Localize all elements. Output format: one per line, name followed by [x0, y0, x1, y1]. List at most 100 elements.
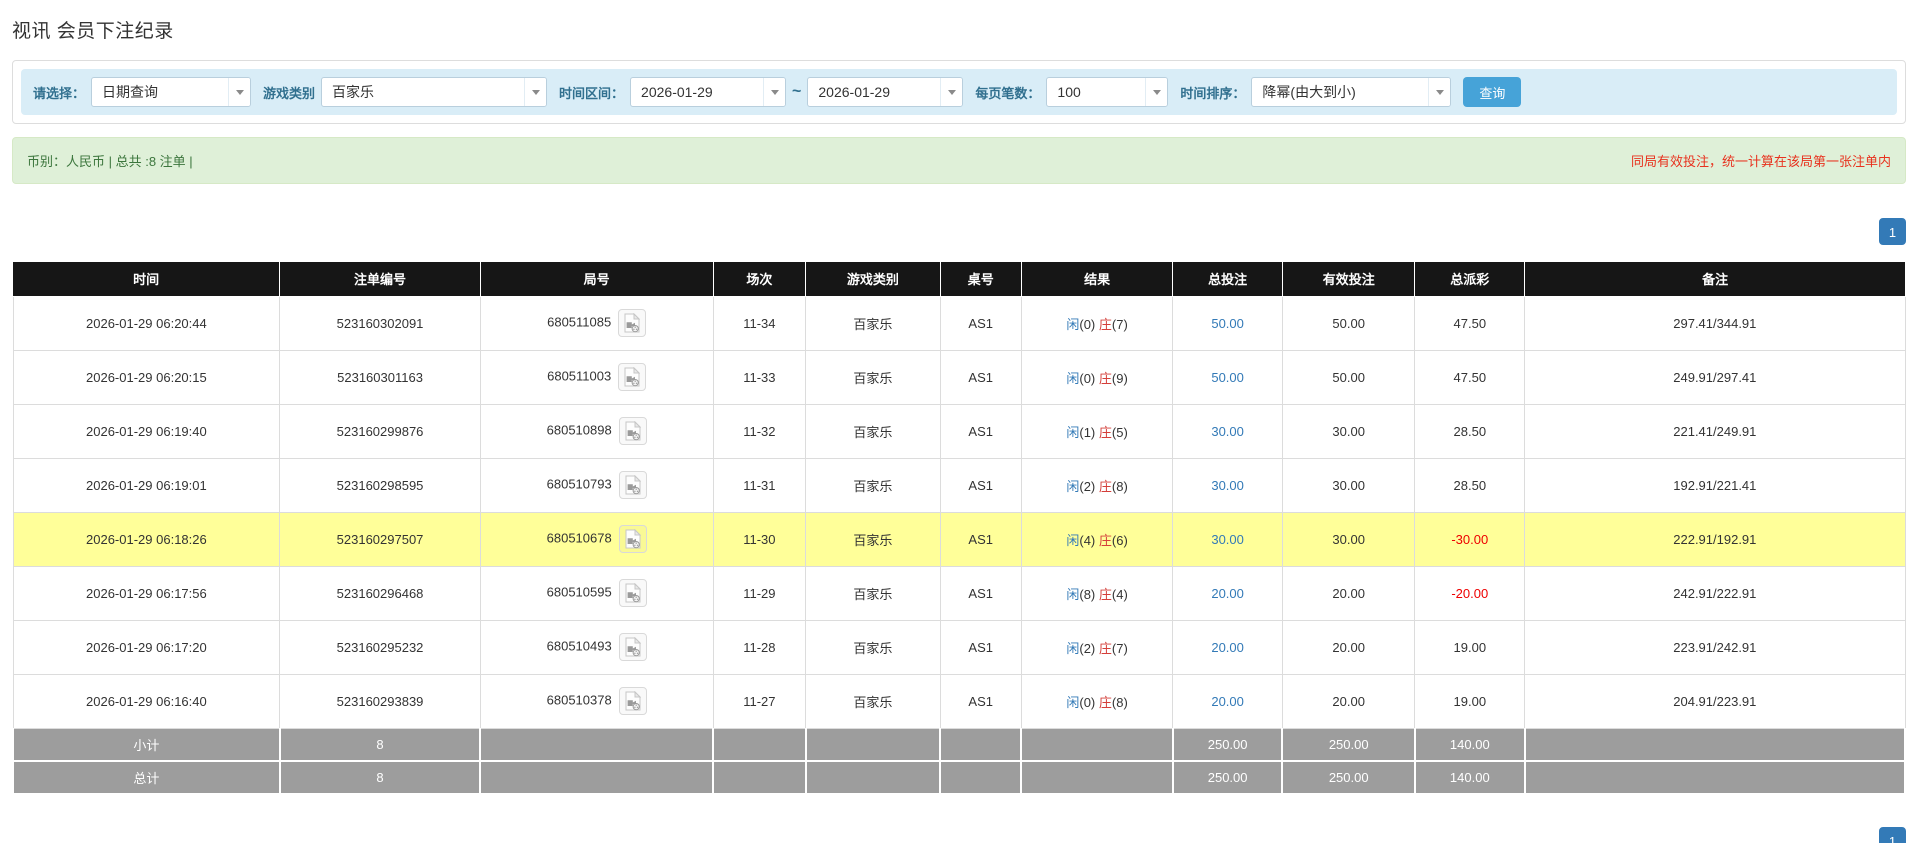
- cell-note: 223.91/242.91: [1524, 619, 1906, 675]
- video-file-icon: [624, 366, 641, 387]
- date-from-dropdown[interactable]: 2026-01-29: [630, 77, 787, 107]
- query-type-dropdown[interactable]: 日期查询: [91, 77, 252, 107]
- filter-bar: 请选择： 日期查询 游戏类别 百家乐 时间区间： 2026-01-29 ~ 20…: [21, 69, 1897, 115]
- column-header-2: 注单编号: [279, 262, 481, 297]
- cell-payout: 19.00: [1414, 619, 1526, 675]
- page-button-1[interactable]: 1: [1879, 218, 1906, 245]
- column-header-8: 总投注: [1172, 262, 1283, 297]
- column-header-5: 游戏类别: [805, 262, 941, 297]
- page-size-dropdown[interactable]: 100: [1046, 77, 1169, 107]
- table-row: 2026-01-29 06:17:56 523160296468 680510595…: [12, 565, 1906, 621]
- video-file-icon: [625, 528, 641, 549]
- total-bet-link[interactable]: 50.00: [1211, 316, 1244, 331]
- video-replay-button[interactable]: [618, 309, 647, 337]
- payout-value: -30.00: [1451, 531, 1489, 547]
- result-banker-label: 庄: [1098, 640, 1112, 656]
- cell-result: 闲(2) 庄(7): [1020, 619, 1174, 675]
- chevron-down-icon[interactable]: [524, 78, 547, 106]
- chevron-down-icon[interactable]: [1145, 78, 1168, 106]
- cell-table-no: AS1: [939, 511, 1022, 567]
- cell-table-no: AS1: [939, 673, 1022, 729]
- game-type-dropdown[interactable]: 百家乐: [321, 77, 548, 107]
- video-replay-button[interactable]: [618, 417, 647, 445]
- cell-total-bet: 20.00: [1172, 673, 1283, 729]
- total-bet-link[interactable]: 30.00: [1211, 424, 1244, 439]
- result-banker-count: (7): [1111, 640, 1128, 656]
- cell-valid-bet: 50.00: [1281, 349, 1416, 405]
- cell-time: 2026-01-29 06:17:20: [12, 619, 281, 675]
- column-header-11: 备注: [1524, 262, 1905, 297]
- cell-game-type: 百家乐: [805, 403, 941, 459]
- table-row: 2026-01-29 06:18:26 523160297507 680510678…: [12, 511, 1906, 567]
- cell-total-bet: 50.00: [1172, 349, 1283, 405]
- date-range-tilde: ~: [792, 83, 802, 100]
- time-range-label: 时间区间：: [559, 85, 625, 101]
- betting-records-table: 时间 注单编号 局号 场次 游戏类别 桌号 结果 总投注 有效投注 总派彩 备注 2026-01-2…: [12, 262, 1907, 795]
- search-button[interactable]: 查询: [1463, 77, 1522, 107]
- total-bet-link[interactable]: 20.00: [1211, 694, 1244, 709]
- cell-session: 11-34: [712, 295, 807, 351]
- cell-table-no: AS1: [939, 619, 1022, 675]
- cell-payout: 47.50: [1414, 295, 1526, 351]
- cell-time: 2026-01-29 06:20:44: [12, 295, 281, 351]
- page-button-1[interactable]: 1: [1879, 827, 1906, 843]
- video-replay-button[interactable]: [618, 471, 647, 499]
- video-replay-button[interactable]: [618, 687, 647, 715]
- chevron-down-icon[interactable]: [763, 78, 786, 106]
- time-sort-value: 降幂(由大到小): [1262, 84, 1356, 100]
- cell-time: 2026-01-29 06:19:40: [12, 403, 281, 459]
- cell-note: 249.91/297.41: [1524, 349, 1906, 405]
- total-bet-link[interactable]: 30.00: [1211, 478, 1244, 493]
- round-id: 680510898: [546, 422, 612, 438]
- cell-game-type: 百家乐: [805, 457, 941, 513]
- video-replay-button[interactable]: [618, 579, 647, 607]
- round-id: 680510595: [546, 584, 612, 600]
- result-player-count: (0): [1079, 316, 1096, 332]
- result-banker-count: (6): [1111, 532, 1128, 548]
- cell-result: 闲(4) 庄(6): [1020, 511, 1174, 567]
- result-banker-count: (8): [1111, 694, 1128, 710]
- cell-session: 11-33: [712, 349, 807, 405]
- game-type-label: 游戏类别: [263, 85, 316, 101]
- result-player-label: 闲: [1066, 694, 1080, 710]
- total-bet-link[interactable]: 20.00: [1211, 586, 1244, 601]
- video-replay-button[interactable]: [618, 633, 647, 661]
- date-to-dropdown[interactable]: 2026-01-29: [807, 77, 964, 107]
- video-replay-button[interactable]: [618, 525, 647, 553]
- chevron-down-icon[interactable]: [228, 78, 251, 106]
- result-player-count: (8): [1079, 586, 1096, 602]
- cell-payout: -30.00: [1414, 511, 1526, 567]
- chevron-down-icon[interactable]: [1428, 78, 1451, 106]
- total-bet-link[interactable]: 30.00: [1211, 532, 1244, 547]
- cell-round-id: 680511085: [479, 295, 714, 351]
- cell-total-bet: 30.00: [1172, 457, 1283, 513]
- result-player-count: (4): [1079, 532, 1096, 548]
- column-header-7: 结果: [1021, 262, 1174, 297]
- cell-result: 闲(2) 庄(8): [1020, 457, 1174, 513]
- chevron-down-icon[interactable]: [940, 78, 963, 106]
- result-player-count: (2): [1079, 478, 1096, 494]
- video-file-icon: [625, 582, 641, 603]
- result-banker-label: 庄: [1098, 370, 1112, 386]
- cell-valid-bet: 30.00: [1281, 511, 1416, 567]
- cell-round-id: 680510898: [479, 403, 714, 459]
- result-banker-label: 庄: [1098, 532, 1112, 548]
- cell-result: 闲(0) 庄(7): [1020, 295, 1174, 351]
- result-banker-label: 庄: [1098, 478, 1112, 494]
- page-title: 视讯 会员下注纪录: [12, 21, 174, 42]
- round-id: 680510378: [546, 692, 612, 708]
- date-from-value: 2026-01-29: [641, 84, 713, 100]
- cell-table-no: AS1: [939, 349, 1022, 405]
- total-bet-link[interactable]: 20.00: [1211, 640, 1244, 655]
- cell-session: 11-29: [712, 565, 807, 621]
- video-replay-button[interactable]: [618, 363, 647, 391]
- total-bet-link[interactable]: 50.00: [1211, 370, 1244, 385]
- column-header-6: 桌号: [940, 262, 1022, 297]
- cell-valid-bet: 20.00: [1281, 619, 1416, 675]
- currency-total-text: 币别：人民币 | 总共 :8 注单 |: [27, 154, 193, 169]
- cell-payout: 19.00: [1414, 673, 1526, 729]
- time-sort-dropdown[interactable]: 降幂(由大到小): [1251, 77, 1452, 107]
- cell-bet-id: 523160296468: [279, 565, 481, 621]
- date-to-value: 2026-01-29: [818, 84, 891, 100]
- cell-payout: 28.50: [1414, 403, 1526, 459]
